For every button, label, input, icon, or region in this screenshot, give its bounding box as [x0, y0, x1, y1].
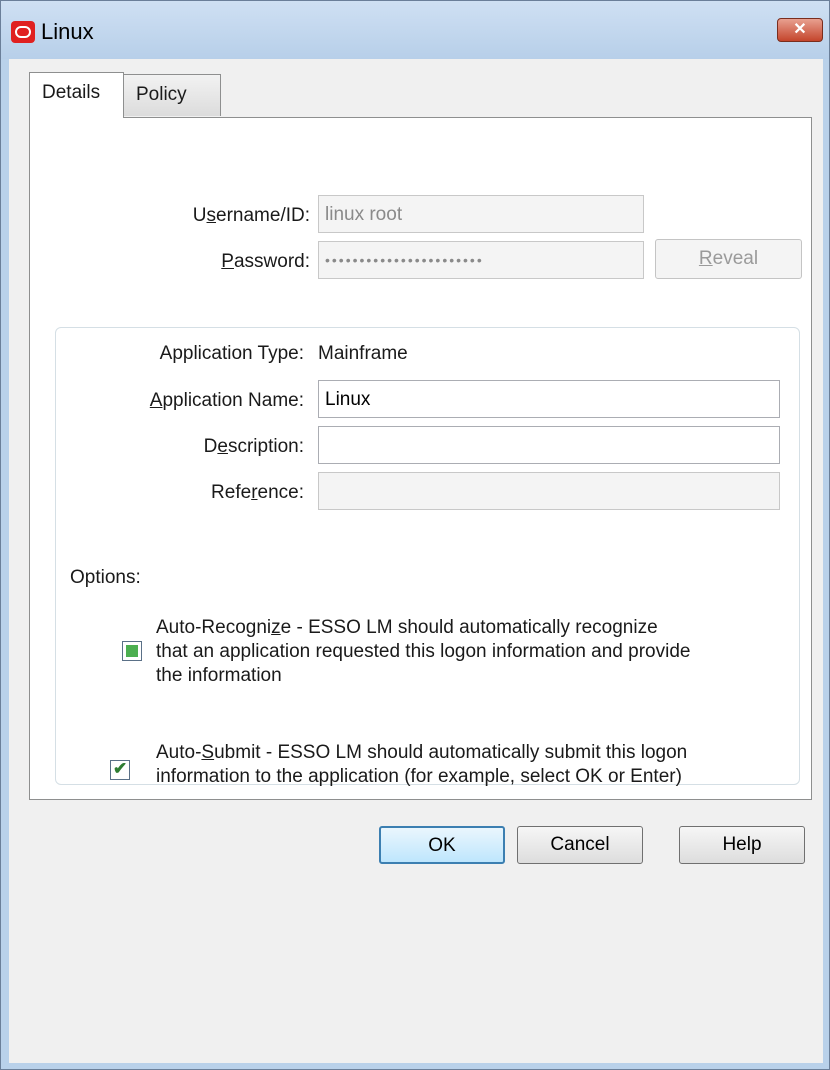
application-type-label: Application Type:: [159, 343, 304, 364]
application-name-input[interactable]: Linux: [318, 380, 780, 418]
description-label: Description:: [203, 436, 304, 457]
cancel-button[interactable]: Cancel: [517, 826, 643, 864]
password-label: Password:: [221, 251, 310, 272]
dialog-window: Linux ✕ Details Policy Username/ID: linu…: [0, 0, 830, 1070]
password-field[interactable]: •••••••••••••••••••••••: [318, 241, 644, 279]
details-tab-panel: Username/ID: linux root Password: ••••••…: [29, 117, 812, 800]
ok-button[interactable]: OK: [379, 826, 505, 864]
auto-recognize-label: Auto-Recognize - ESSO LM should automati…: [156, 617, 691, 686]
reference-label: Reference:: [211, 482, 304, 503]
application-group-box: Application Type: Mainframe Application …: [55, 327, 800, 787]
reference-input[interactable]: [318, 472, 780, 510]
close-button[interactable]: ✕: [777, 18, 823, 42]
dialog-client-area: Details Policy Username/ID: linux root P…: [9, 59, 823, 1063]
tab-policy[interactable]: Policy: [123, 74, 221, 116]
help-button[interactable]: Help: [679, 826, 805, 864]
reveal-button[interactable]: Reveal: [655, 239, 802, 279]
options-heading: Options:: [70, 567, 141, 588]
oracle-logo-icon: [11, 21, 35, 43]
tab-details[interactable]: Details: [29, 72, 124, 118]
auto-recognize-checkbox[interactable]: [122, 641, 142, 661]
window-title: Linux: [41, 19, 94, 44]
description-input[interactable]: [318, 426, 780, 464]
application-name-label: Application Name:: [149, 390, 304, 411]
title-bar[interactable]: Linux ✕: [1, 1, 829, 59]
username-label: Username/ID:: [192, 205, 310, 226]
checkmark-icon: ✔: [113, 759, 128, 778]
application-type-value: Mainframe: [318, 343, 408, 364]
username-field[interactable]: linux root: [318, 195, 644, 233]
auto-submit-checkbox[interactable]: ✔: [110, 759, 130, 780]
auto-submit-label: Auto-Submit - ESSO LM should automatical…: [156, 742, 688, 787]
